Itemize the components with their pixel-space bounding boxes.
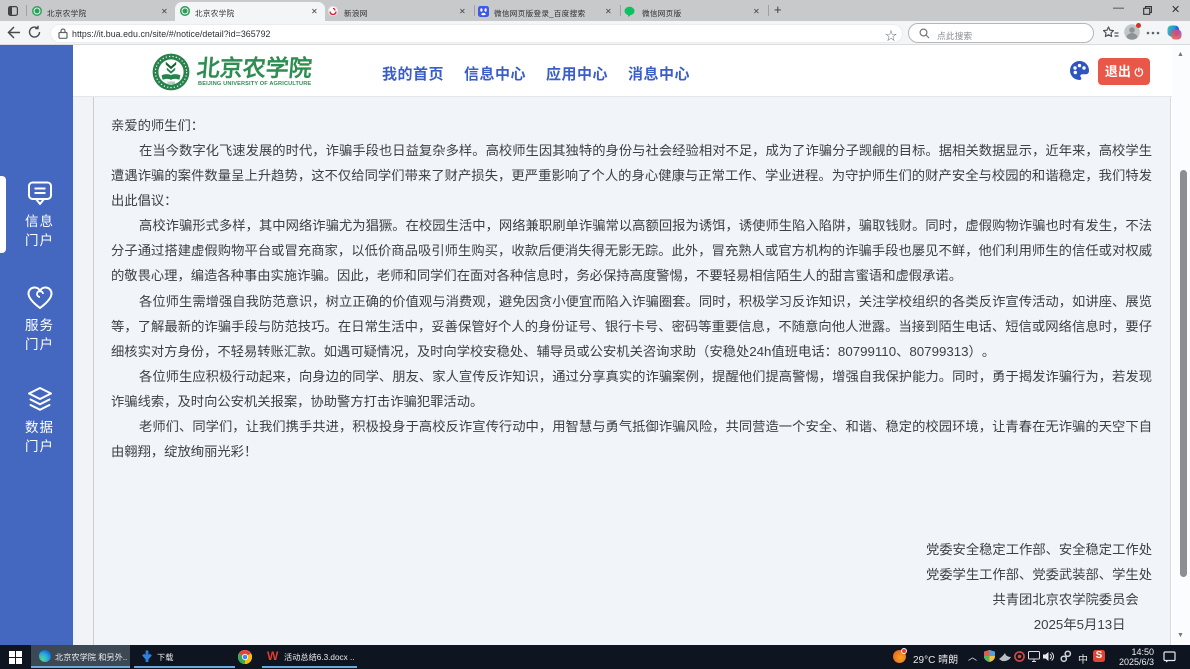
svg-text:1956: 1956 — [167, 81, 175, 85]
